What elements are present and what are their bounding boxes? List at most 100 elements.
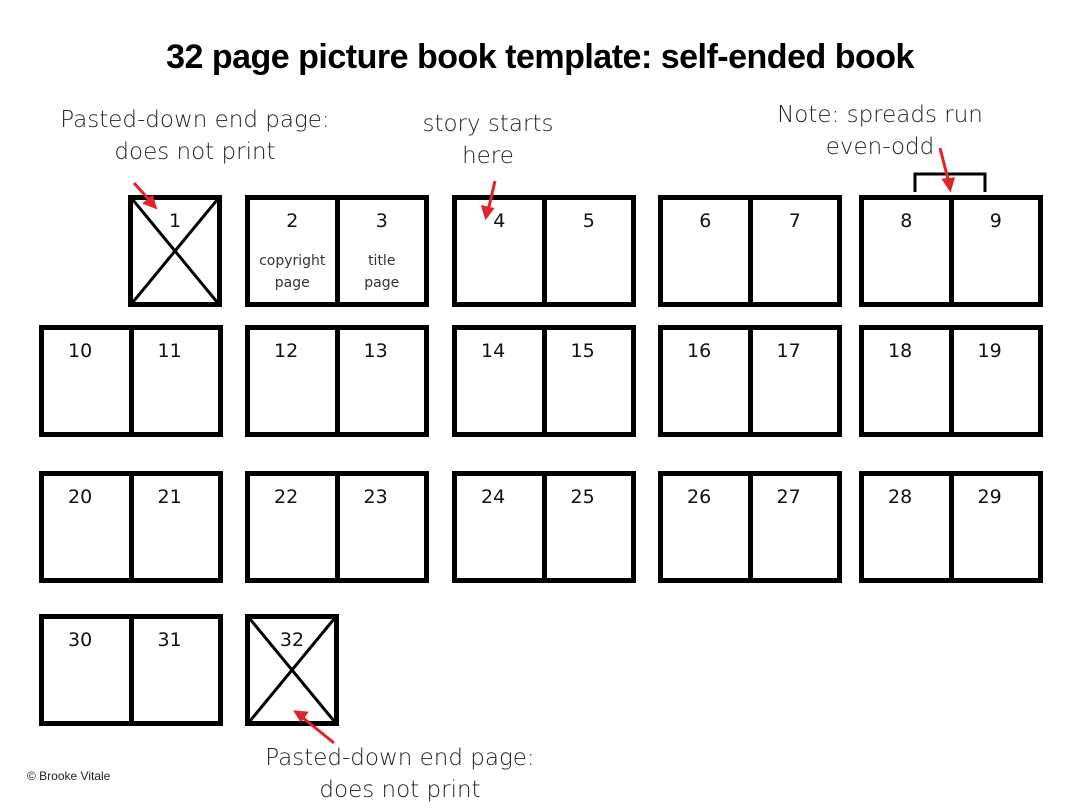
spread: 18 19: [859, 325, 1043, 437]
page: 25: [541, 476, 632, 578]
page: 24: [457, 476, 542, 578]
spread: 12 13: [245, 325, 429, 437]
spread: 89: [859, 195, 1043, 307]
page-number: 9: [989, 210, 1002, 232]
page-number: 29: [977, 486, 1002, 508]
page: 19: [948, 330, 1039, 432]
page-number: 24: [481, 486, 506, 508]
page-number: 23: [363, 486, 388, 508]
page-label: copyright page: [250, 250, 335, 294]
spread: 24 25: [452, 471, 636, 583]
page-label-line: page: [364, 275, 400, 291]
page-number: 18: [888, 340, 913, 362]
page-number: 14: [481, 340, 506, 362]
page-number: 2: [286, 210, 299, 232]
copyright-text: © Brooke Vitale: [27, 769, 111, 783]
page: 10: [44, 330, 129, 432]
page: 28: [864, 476, 949, 578]
page-number: 16: [687, 340, 712, 362]
page-number: 31: [157, 629, 182, 651]
page-number: 21: [157, 486, 182, 508]
spread: 22 23: [245, 471, 429, 583]
page-number: 32: [279, 629, 305, 651]
page-label-line: title: [368, 253, 396, 269]
spread: 14 15: [452, 325, 636, 437]
spread: 45: [452, 195, 636, 307]
story-start-note: story starts here: [400, 108, 576, 172]
spread-bracket: [913, 172, 987, 192]
page: 18: [864, 330, 949, 432]
page: 15: [541, 330, 632, 432]
page: 23: [334, 476, 425, 578]
note-line: Pasted-down end page:: [60, 107, 330, 133]
page: 13: [334, 330, 425, 432]
page: 6: [663, 200, 748, 302]
page: 9: [948, 200, 1039, 302]
spread: 67: [658, 195, 842, 307]
page: 17: [747, 330, 838, 432]
page-title: 32 page picture book template: self-ende…: [166, 38, 914, 76]
page-number: 28: [888, 486, 913, 508]
spread: 30 31: [39, 614, 223, 726]
note-line: here: [462, 143, 514, 169]
page: 21: [128, 476, 219, 578]
page-label-line: copyright: [259, 253, 326, 269]
page: 32: [250, 619, 334, 721]
page-number: 11: [157, 340, 182, 362]
page-number: 27: [776, 486, 801, 508]
page-number: 1: [168, 210, 182, 232]
spread: 2 copyright page 3 title page: [245, 195, 429, 307]
page-number: 4: [493, 210, 506, 232]
page: 2 copyright page: [250, 200, 335, 302]
page-number: 3: [375, 210, 388, 232]
spread: 28 29: [859, 471, 1043, 583]
page: 26: [663, 476, 748, 578]
page-number: 13: [363, 340, 388, 362]
note-line: story starts: [422, 111, 554, 137]
page-label-line: page: [274, 275, 310, 291]
back-endpaper-note: Pasted-down end page: does not print: [245, 742, 555, 806]
page-number: 19: [977, 340, 1002, 362]
page-number: 17: [776, 340, 801, 362]
page-number: 26: [687, 486, 712, 508]
note-line: Note: spreads run: [777, 102, 983, 128]
page: 22: [250, 476, 335, 578]
front-endpaper-note: Pasted-down end page: does not print: [40, 104, 350, 168]
page: 20: [44, 476, 129, 578]
page-label: title page: [340, 250, 425, 294]
page: 29: [948, 476, 1039, 578]
spread: 10 11: [39, 325, 223, 437]
page-number: 30: [68, 629, 93, 651]
page: 1: [133, 200, 217, 302]
spread-order-note: Note: spreads run even-odd: [760, 99, 1000, 163]
page: 14: [457, 330, 542, 432]
note-line: even-odd: [825, 134, 935, 160]
page-number: 5: [582, 210, 595, 232]
single-page: 1: [128, 195, 222, 307]
note-line: Pasted-down end page:: [265, 745, 535, 771]
page: 12: [250, 330, 335, 432]
note-line: does not print: [319, 777, 481, 803]
page: 11: [128, 330, 219, 432]
page-number: 6: [699, 210, 712, 232]
page: 7: [747, 200, 838, 302]
page-number: 8: [900, 210, 913, 232]
page: 27: [747, 476, 838, 578]
note-line: does not print: [114, 139, 276, 165]
spread: 26 27: [658, 471, 842, 583]
page-number: 7: [788, 210, 801, 232]
page-number: 22: [274, 486, 299, 508]
spread: 20 21: [39, 471, 223, 583]
page: 31: [128, 619, 219, 721]
page: 30: [44, 619, 129, 721]
page-number: 15: [570, 340, 595, 362]
page: 5: [541, 200, 632, 302]
page-number: 25: [570, 486, 595, 508]
page: 3 title page: [334, 200, 425, 302]
page: 8: [864, 200, 949, 302]
page: 16: [663, 330, 748, 432]
page-number: 10: [68, 340, 93, 362]
page-number: 12: [274, 340, 299, 362]
single-page: 32: [245, 614, 339, 726]
spread: 16 17: [658, 325, 842, 437]
